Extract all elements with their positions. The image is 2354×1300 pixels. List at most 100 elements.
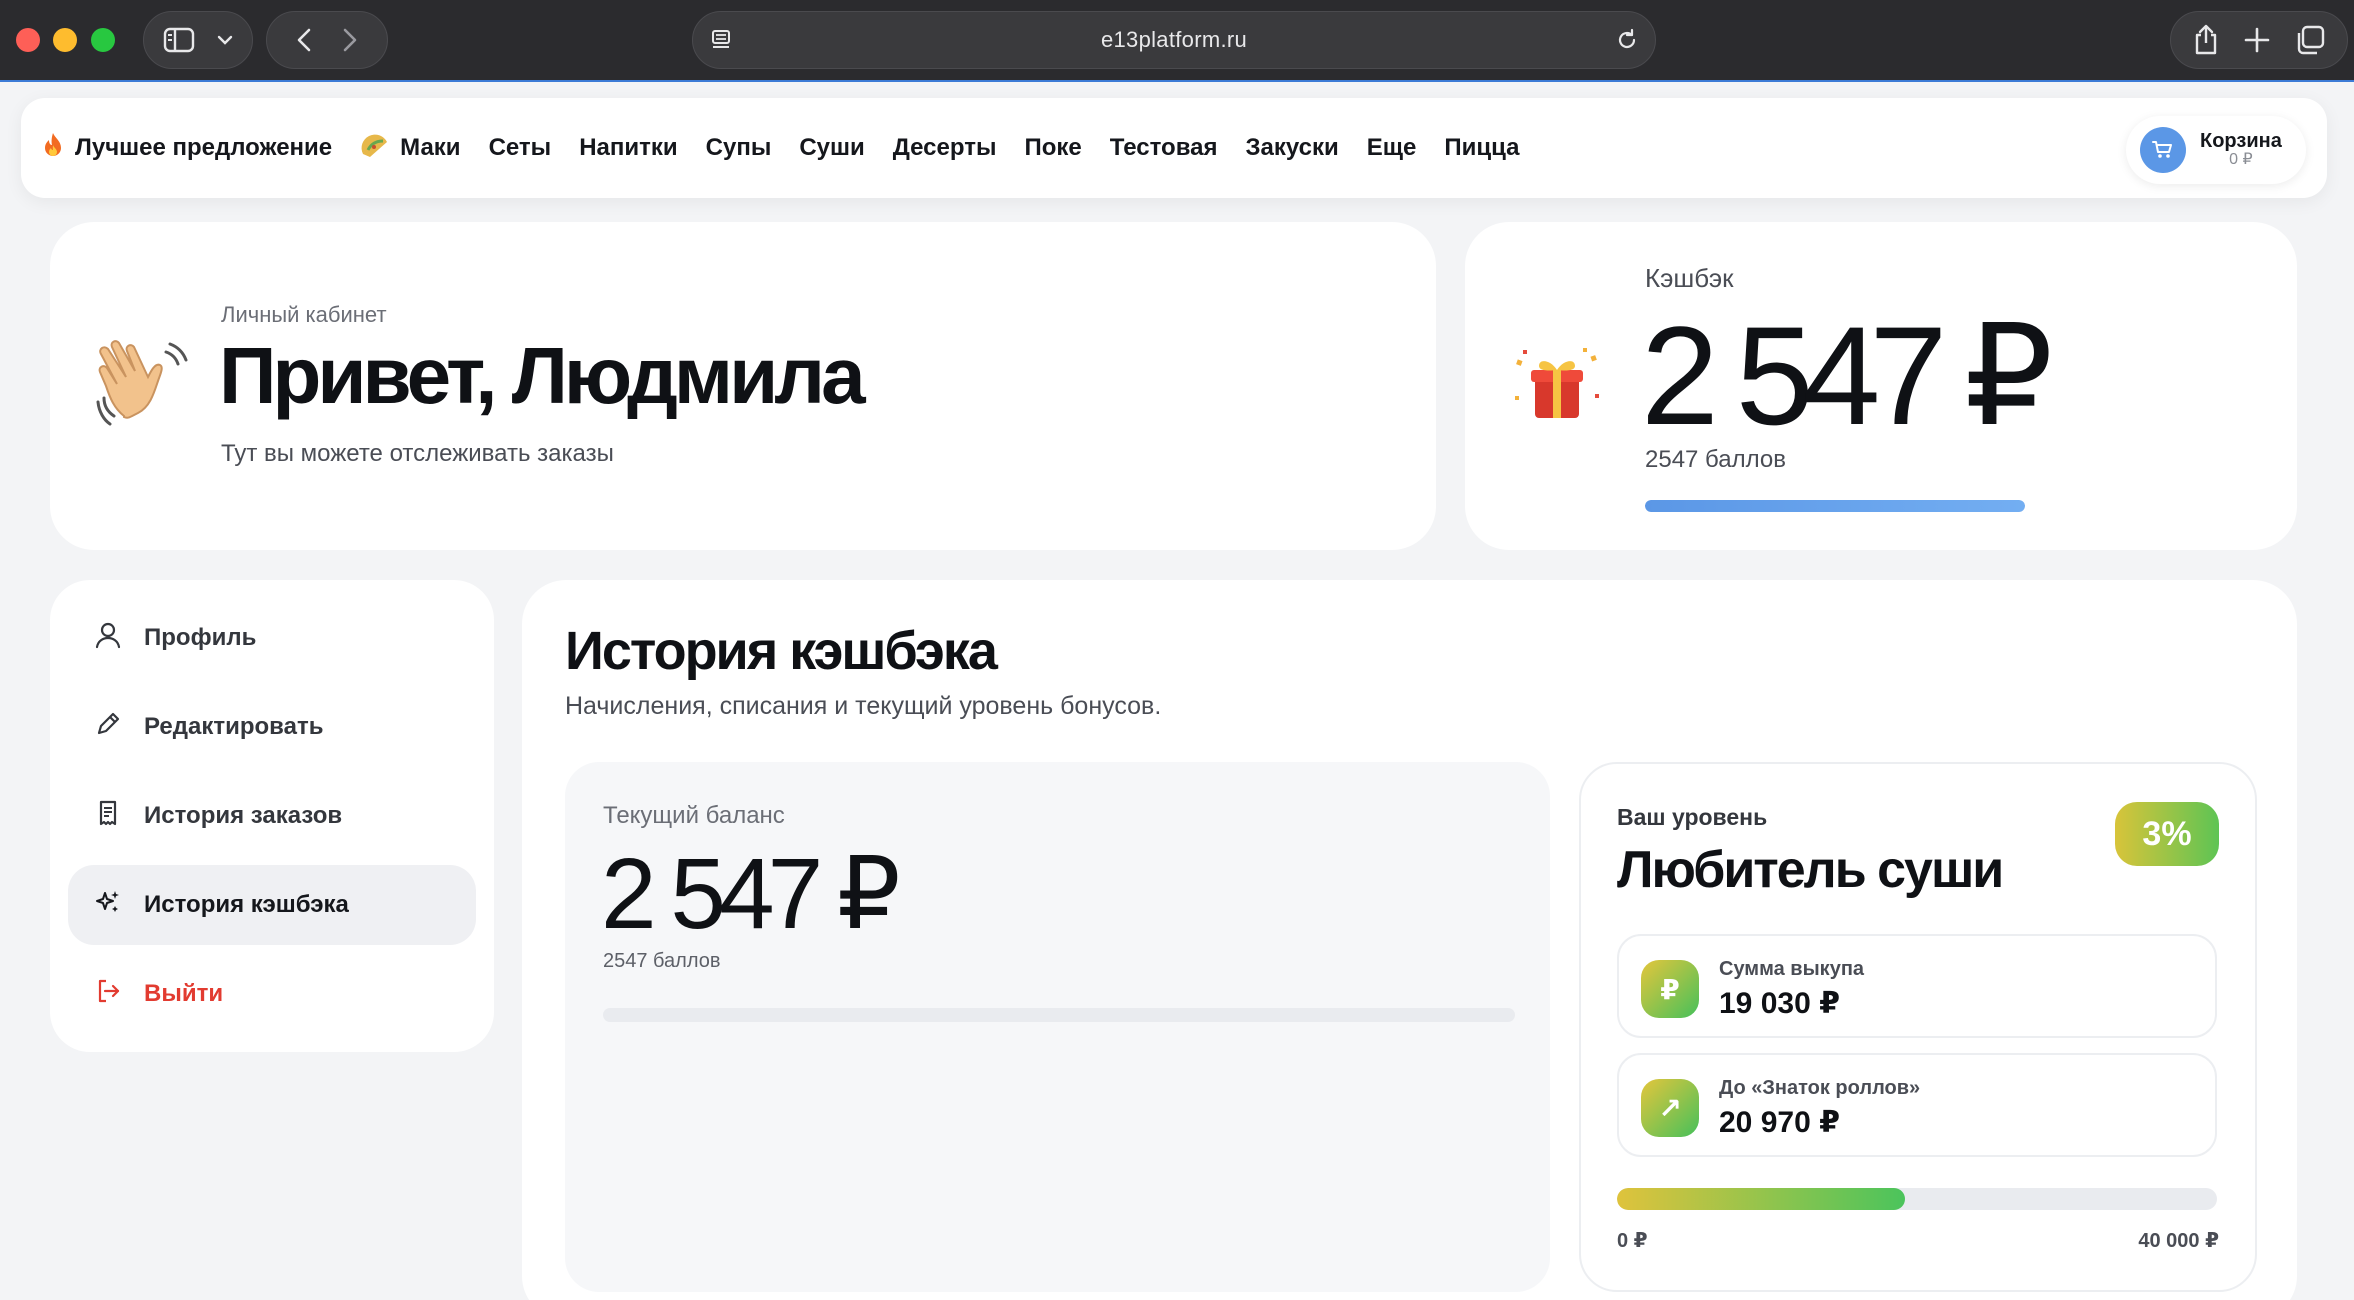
category-list: Лучшее предложение Маки Сеты Напитки Суп… — [41, 98, 1520, 198]
reload-icon[interactable] — [1615, 28, 1639, 52]
nav-item-label: Суши — [799, 134, 865, 161]
sidebar-item-edit[interactable]: Редактировать — [68, 687, 476, 767]
nav-item-label: Лучшее предложение — [75, 134, 333, 161]
user-icon — [94, 621, 122, 656]
greeting-card: Личный кабинет Привет, Людмила Тут вы мо… — [50, 222, 1436, 550]
receipt-icon — [94, 799, 122, 834]
maximize-window-button[interactable] — [91, 28, 115, 52]
sidebar-item-profile[interactable]: Профиль — [68, 598, 476, 678]
browser-actions — [2170, 11, 2348, 69]
logout-icon — [94, 977, 122, 1012]
url-text: e13platform.ru — [1100, 27, 1248, 52]
nav-item-maki[interactable]: Маки — [360, 132, 461, 165]
forward-icon[interactable] — [342, 27, 358, 53]
balance-value: 2 547 ₽ — [601, 838, 901, 950]
waving-hand-icon — [94, 338, 190, 439]
tab-overview-icon[interactable] — [2295, 25, 2325, 55]
new-tab-icon[interactable] — [2244, 27, 2270, 53]
close-window-button[interactable] — [16, 28, 40, 52]
sidebar-item-label: Профиль — [144, 624, 257, 651]
balance-points: 2547 баллов — [603, 950, 721, 972]
cashback-points: 2547 баллов — [1645, 446, 1786, 473]
fire-icon — [41, 131, 65, 166]
section-subtitle: Начисления, списания и текущий уровень б… — [565, 692, 1162, 720]
nav-item-sushi[interactable]: Суши — [799, 134, 864, 162]
purchase-sum-stat: ₽ Сумма выкупа 19 030 ₽ — [1617, 934, 2217, 1038]
sidebar-item-label: История заказов — [144, 802, 343, 829]
gift-icon — [1509, 346, 1605, 431]
sidebar-item-label: Редактировать — [144, 713, 324, 740]
sidebar-toggle-button[interactable] — [143, 11, 253, 69]
balance-label: Текущий баланс — [603, 802, 785, 829]
level-card: Ваш уровень Любитель суши 3% ₽ Сумма вык… — [1579, 762, 2257, 1292]
account-sidebar: Профиль Редактировать История заказов Ис… — [50, 580, 494, 1052]
stat-value: 20 970 ₽ — [1719, 1106, 1840, 1139]
nav-item-pizza[interactable]: Пицца — [1444, 134, 1519, 162]
taco-icon — [360, 132, 390, 165]
cashback-history-panel: История кэшбэка Начисления, списания и т… — [522, 580, 2297, 1300]
nav-item-label: Маки — [400, 134, 461, 161]
cashback-label: Кэшбэк — [1645, 263, 1734, 293]
stat-value: 19 030 ₽ — [1719, 987, 1840, 1020]
nav-item-test[interactable]: Тестовая — [1110, 134, 1218, 162]
cashback-card: Кэшбэк 2 547 ₽ 2547 баллов — [1465, 222, 2297, 550]
cashback-value: 2 547 ₽ — [1641, 297, 2053, 454]
browser-toolbar: e13platform.ru — [0, 0, 2354, 82]
nav-item-label: Тестовая — [1109, 134, 1218, 161]
greeting-subtitle: Тут вы можете отслеживать заказы — [221, 440, 614, 467]
cart-sum: 0 ₽ — [2229, 151, 2253, 169]
chevron-down-icon — [217, 35, 233, 45]
sidebar-item-order-history[interactable]: История заказов — [68, 776, 476, 856]
page-menu-icon[interactable] — [709, 28, 733, 52]
level-title: Любитель суши — [1617, 841, 2004, 899]
balance-card: Текущий баланс 2 547 ₽ 2547 баллов — [565, 762, 1550, 1292]
sidebar-item-cashback-history[interactable]: История кэшбэка — [68, 865, 476, 945]
sidebar-item-label: Выйти — [144, 980, 224, 1007]
greeting-title: Привет, Людмила — [219, 331, 866, 420]
nav-item-label: Закуски — [1245, 134, 1339, 161]
pencil-icon — [94, 710, 122, 745]
sidebar-item-label: История кэшбэка — [144, 891, 349, 918]
cashback-progress-bar — [1645, 500, 2025, 512]
nav-item-poke[interactable]: Поке — [1024, 134, 1081, 162]
share-icon[interactable] — [2193, 24, 2219, 56]
page-kicker: Личный кабинет — [221, 302, 387, 327]
history-navigation — [266, 11, 388, 69]
sidebar-item-logout[interactable]: Выйти — [68, 954, 476, 1034]
nav-item-label: Десерты — [892, 134, 997, 161]
nav-item-desserts[interactable]: Десерты — [893, 134, 997, 162]
nav-item-best-offer[interactable]: Лучшее предложение — [41, 131, 332, 166]
minimize-window-button[interactable] — [53, 28, 77, 52]
address-bar[interactable]: e13platform.ru — [692, 11, 1656, 69]
nav-item-sets[interactable]: Сеты — [489, 134, 552, 162]
nav-item-snacks[interactable]: Закуски — [1245, 134, 1338, 162]
cart-label: Корзина — [2200, 130, 2282, 153]
nav-item-label: Супы — [705, 134, 772, 161]
nav-item-label: Пицца — [1444, 134, 1520, 161]
sparkle-icon — [94, 888, 122, 923]
arrow-up-right-icon: ↗ — [1641, 1079, 1699, 1137]
next-level-stat: ↗ До «Знаток роллов» 20 970 ₽ — [1617, 1053, 2217, 1157]
nav-item-label: Сеты — [488, 134, 552, 161]
stat-label: Сумма выкупа — [1719, 958, 1865, 980]
level-progress-fill — [1617, 1188, 1905, 1210]
nav-item-drinks[interactable]: Напитки — [579, 134, 677, 162]
cart-button[interactable]: Корзина 0 ₽ — [2126, 116, 2306, 184]
cart-icon — [2140, 127, 2186, 173]
sidebar-icon — [163, 27, 195, 53]
nav-item-label: Поке — [1024, 134, 1082, 161]
stat-label: До «Знаток роллов» — [1719, 1077, 1921, 1099]
cashback-progress-fill — [1645, 500, 2025, 512]
ruble-icon: ₽ — [1641, 960, 1699, 1018]
nav-item-label: Напитки — [579, 134, 678, 161]
nav-item-more[interactable]: Еще — [1367, 134, 1417, 162]
level-progress-max: 40 000 ₽ — [2138, 1230, 2219, 1252]
balance-progress-bar — [603, 1008, 1515, 1022]
category-navigation: Лучшее предложение Маки Сеты Напитки Суп… — [21, 98, 2327, 198]
back-icon[interactable] — [296, 27, 312, 53]
nav-item-soups[interactable]: Супы — [706, 134, 772, 162]
level-percent-badge: 3% — [2115, 802, 2219, 866]
level-progress-min: 0 ₽ — [1617, 1230, 1648, 1252]
level-kicker: Ваш уровень — [1617, 804, 1768, 830]
level-progress-bar — [1617, 1188, 2217, 1210]
